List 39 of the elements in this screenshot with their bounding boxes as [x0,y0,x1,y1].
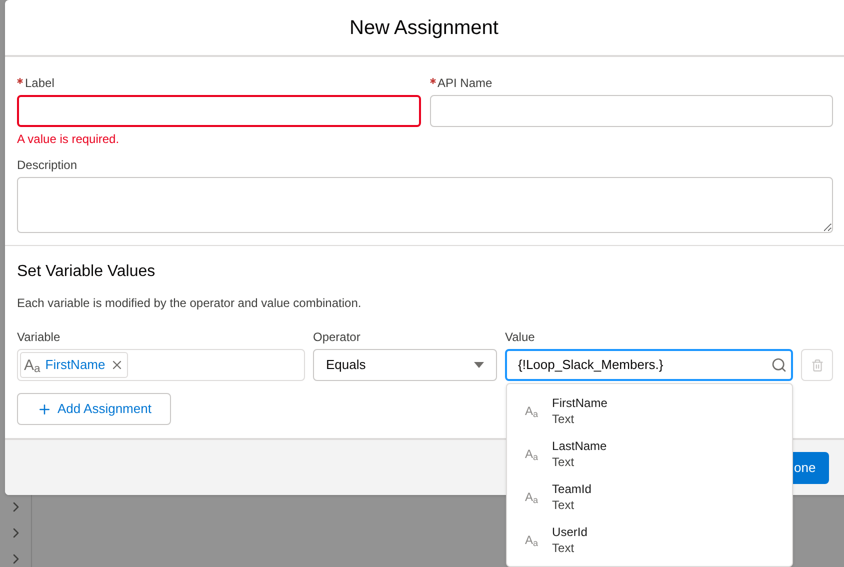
value-text: {!Loop_Slack_Members.} [518,356,664,374]
search-icon [771,357,787,373]
value-field[interactable]: {!Loop_Slack_Members.} [505,349,793,381]
trash-icon [810,358,824,372]
description-field[interactable] [17,177,833,233]
field-label: Value [505,329,536,346]
modal-title: New Assignment [350,16,498,40]
operator-select[interactable]: Equals [313,349,497,381]
option-type: Text [552,454,576,470]
dropdown-option[interactable]: A$_{a}$ FirstName Text [507,389,792,432]
pill-label: FirstName [45,356,106,374]
variable-pill[interactable]: A$_{a}$ FirstName [20,352,128,378]
text-field[interactable] [17,95,420,127]
section-title: Set Variable Values [17,262,156,282]
option-type: Text [552,410,576,426]
option-name: FirstName [552,394,608,410]
text-type-icon: A$_{a}$ [24,358,40,372]
field-label: Operator [313,329,362,346]
dropdown-option[interactable]: A$_{a}$ UserId Text [507,518,792,561]
dropdown-arrow-icon [474,362,484,368]
text-field[interactable] [430,95,833,127]
option-name: TeamId [552,480,592,496]
field-label: Variable [17,329,62,346]
text-type-icon: A$_{a}$ [525,404,538,416]
text-type-icon: A$_{a}$ [525,490,538,502]
option-type: Text [552,540,576,556]
add-assignment-button[interactable]: Add Assignment [17,393,171,425]
section-help-text: Each variable is modified by the operator and value combination. [17,295,362,312]
text-type-icon: A$_{a}$ [525,448,538,460]
field-label: API Name [438,75,492,92]
option-type: Text [552,496,576,512]
variable-field[interactable]: A$_{a}$ FirstName [17,349,305,381]
error-message: A value is required. [17,131,120,148]
text-type-icon: A$_{a}$ [525,534,538,546]
field-label: Description [17,157,78,174]
plus-icon [36,402,52,416]
field-label: Label [25,75,54,92]
option-name: LastName [552,438,607,454]
option-name: UserId [552,524,588,540]
